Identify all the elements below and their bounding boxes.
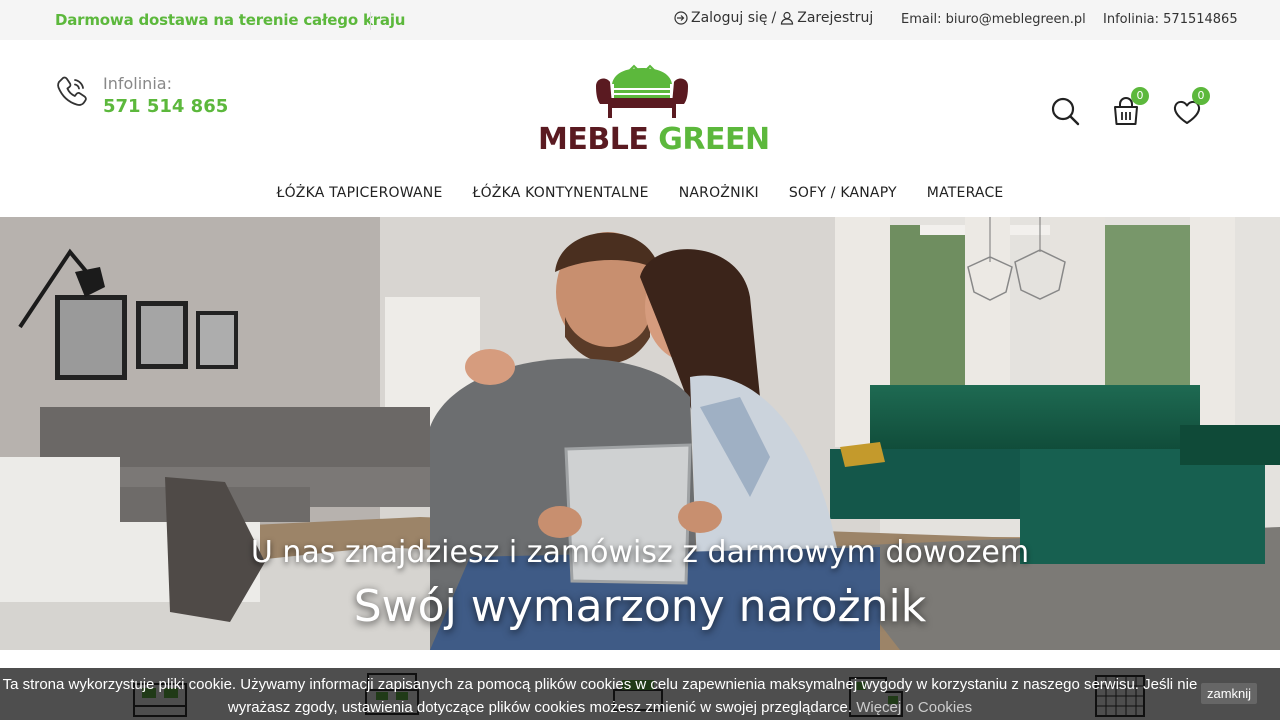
nav-item-corner-sofas[interactable]: NAROŻNIKI: [664, 185, 774, 201]
cookie-message-line2-wrap: wyrażasz zgody, ustawienia dotyczące pli…: [0, 696, 1200, 719]
site-header: Infolinia: 571 514 865 MEBLE GREEN 0 0 Ł…: [0, 40, 1280, 217]
nav-item-sofas[interactable]: SOFY / KANAPY: [774, 185, 912, 201]
phone-icon: [57, 76, 87, 106]
hero-caption-subtitle: U nas znajdziesz i zamówisz z darmowym d…: [250, 535, 1030, 570]
email-contact[interactable]: Email: biuro@meblegreen.pl: [901, 12, 1086, 27]
wishlist-button[interactable]: 0: [1167, 87, 1210, 132]
site-logo[interactable]: MEBLE GREEN: [538, 64, 770, 157]
cookie-more-link[interactable]: Więcej o Cookies: [856, 699, 972, 716]
account-links: Zaloguj się / Zarejestruj: [674, 10, 873, 26]
sofa-logo-icon: [596, 64, 688, 118]
logo-word-meble: MEBLE: [538, 122, 649, 157]
cookie-consent-bar: Ta strona wykorzystuje pliki cookie. Uży…: [0, 668, 1280, 720]
top-bar: Darmowa dostawa na terenie całego kraju …: [0, 0, 1280, 40]
login-link[interactable]: Zaloguj się: [674, 10, 768, 26]
user-icon: [781, 11, 794, 25]
hero-caption-title: Swój wymarzony narożnik: [353, 581, 927, 632]
main-navigation: ŁÓŻKA TAPICEROWANE ŁÓŻKA KONTYNENTALNE N…: [0, 184, 1280, 202]
hotline-contact[interactable]: Infolinia: 571514865: [1103, 12, 1238, 27]
hotline-block[interactable]: Infolinia: 571 514 865: [54, 74, 228, 117]
cart-count-badge: 0: [1131, 87, 1149, 105]
nav-item-continental-beds[interactable]: ŁÓŻKA KONTYNENTALNE: [458, 185, 664, 201]
topbar-divider: [370, 12, 371, 30]
free-delivery-promo: Darmowa dostawa na terenie całego kraju: [55, 11, 406, 29]
cookie-message-line2: wyrażasz zgody, ustawienia dotyczące pli…: [227, 699, 853, 716]
cookie-message: Ta strona wykorzystuje pliki cookie. Uży…: [0, 673, 1200, 719]
login-icon: [674, 11, 688, 25]
hotline-number[interactable]: 571 514 865: [103, 96, 228, 117]
login-label: Zaloguj się: [691, 10, 768, 26]
register-link[interactable]: Zarejestruj: [780, 10, 873, 26]
logo-wordmark: MEBLE GREEN: [538, 122, 770, 157]
nav-list: ŁÓŻKA TAPICEROWANE ŁÓŻKA KONTYNENTALNE N…: [262, 185, 1019, 201]
hero-banner[interactable]: U nas znajdziesz i zamówisz z darmowym d…: [0, 217, 1280, 650]
account-separator: /: [771, 10, 777, 26]
cookie-message-line1: Ta strona wykorzystuje pliki cookie. Uży…: [2, 676, 1198, 693]
search-icon: [1051, 97, 1080, 126]
nav-item-upholstered-beds[interactable]: ŁÓŻKA TAPICEROWANE: [262, 185, 458, 201]
nav-item-mattresses[interactable]: MATERACE: [912, 185, 1019, 201]
hotline-label: Infolinia:: [103, 74, 172, 93]
register-label: Zarejestruj: [797, 10, 874, 26]
hotline-text: Infolinia: 571 514 865: [103, 74, 228, 117]
search-button[interactable]: [1046, 92, 1086, 132]
logo-word-green: GREEN: [658, 122, 770, 157]
wishlist-count-badge: 0: [1192, 87, 1210, 105]
cart-button[interactable]: 0: [1106, 87, 1149, 132]
cookie-close-button[interactable]: zamknij: [1201, 683, 1258, 704]
